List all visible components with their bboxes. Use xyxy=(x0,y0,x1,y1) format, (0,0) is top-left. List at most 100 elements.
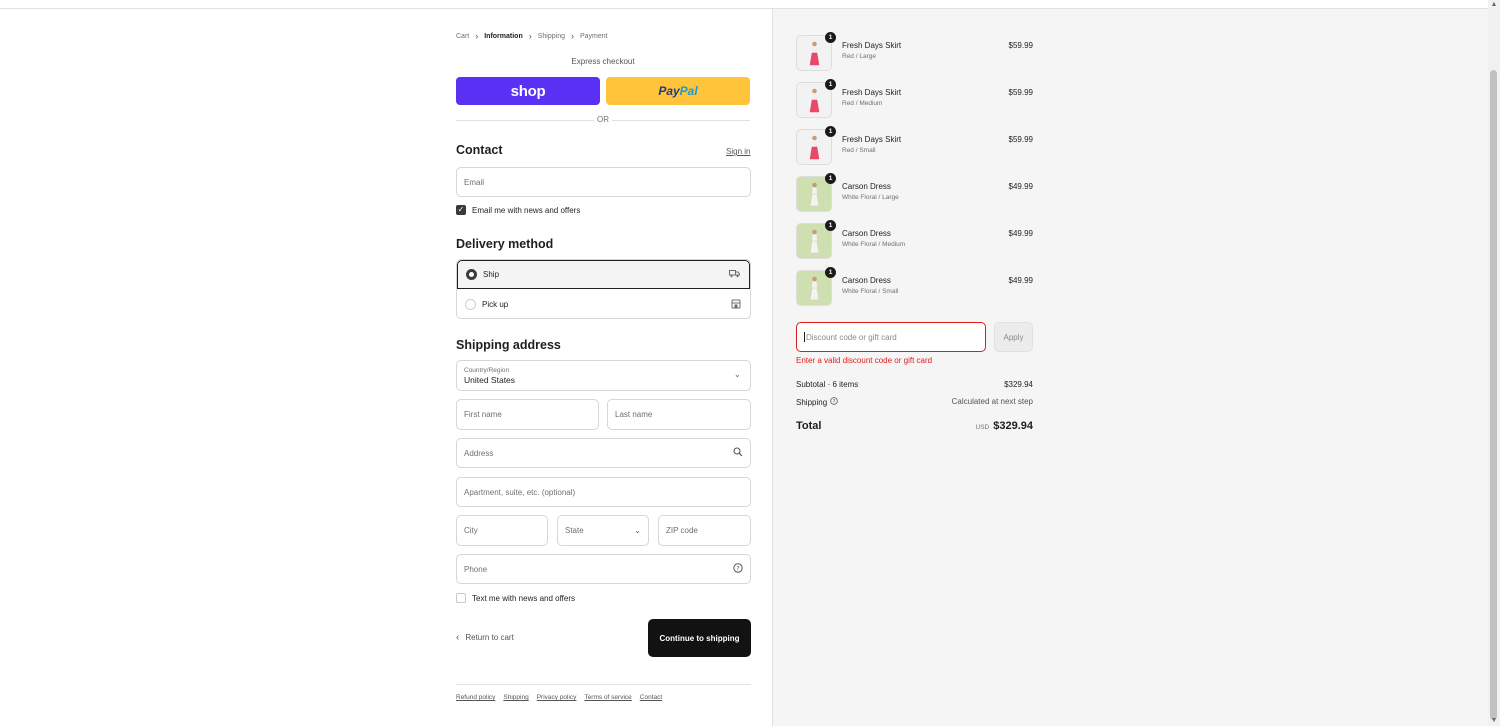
chevron-left-icon: ‹ xyxy=(456,632,460,643)
zip-placeholder: ZIP code xyxy=(666,526,698,535)
paypal-logo-part2: Pal xyxy=(679,84,698,98)
item-price: $59.99 xyxy=(1008,135,1033,144)
total-row: Total USD $329.94 xyxy=(796,420,1033,432)
contact-link[interactable]: Contact xyxy=(640,694,662,701)
first-name-placeholder: First name xyxy=(464,410,502,419)
quantity-badge: 1 xyxy=(825,220,836,231)
item-price: $49.99 xyxy=(1008,229,1033,238)
quantity-badge: 1 xyxy=(825,32,836,43)
cart-item: 1 Carson Dress White Floral / Large $49.99 xyxy=(796,173,1033,214)
shop-pay-logo: shop xyxy=(510,82,546,100)
apply-discount-button[interactable]: Apply xyxy=(994,322,1033,352)
item-price: $49.99 xyxy=(1008,276,1033,285)
cart-item: 1 Fresh Days Skirt Red / Small $59.99 xyxy=(796,126,1033,167)
text-news-label: Text me with news and offers xyxy=(472,593,576,603)
chevron-right-icon: › xyxy=(475,31,479,41)
paypal-button[interactable]: Pay Pal xyxy=(606,77,750,105)
item-name: Carson Dress xyxy=(842,182,891,191)
chevron-right-icon: › xyxy=(570,31,574,41)
email-news-checkbox[interactable]: ✓ xyxy=(456,205,466,215)
item-variant: Red / Large xyxy=(842,53,876,60)
country-value: United States xyxy=(464,374,516,385)
scroll-down-icon[interactable]: ▼ xyxy=(1490,717,1498,725)
or-label: OR xyxy=(594,115,612,124)
item-price: $59.99 xyxy=(1008,41,1033,50)
text-news-option[interactable]: Text me with news and offers xyxy=(456,593,575,603)
privacy-policy-link[interactable]: Privacy policy xyxy=(537,694,577,701)
state-select[interactable]: State ⌄ xyxy=(557,515,649,546)
zip-field[interactable]: ZIP code xyxy=(658,515,751,546)
item-name: Fresh Days Skirt xyxy=(842,88,902,97)
contact-heading: Contact xyxy=(456,143,503,157)
item-name: Fresh Days Skirt xyxy=(842,41,902,50)
discount-code-input[interactable]: Discount code or gift card xyxy=(796,322,986,352)
phone-field[interactable]: Phone xyxy=(456,554,751,584)
browser-top-edge xyxy=(0,0,1500,9)
pickup-radio[interactable] xyxy=(465,299,476,310)
continue-label: Continue to shipping xyxy=(659,633,740,643)
subtotal-row: Subtotal · 6 items $329.94 xyxy=(796,380,1033,389)
subtotal-value: $329.94 xyxy=(1004,380,1033,389)
city-field[interactable]: City xyxy=(456,515,548,546)
breadcrumb: Cart › Information › Shipping › Payment xyxy=(456,31,608,41)
refund-policy-link[interactable]: Refund policy xyxy=(456,694,495,701)
terms-of-service-link[interactable]: Terms of service xyxy=(584,694,631,701)
first-name-field[interactable]: First name xyxy=(456,399,599,430)
scroll-up-icon[interactable]: ▲ xyxy=(1490,1,1498,9)
discount-error-message: Enter a valid discount code or gift card xyxy=(796,356,933,365)
chevron-down-icon: ⌄ xyxy=(734,370,741,379)
item-price: $59.99 xyxy=(1008,88,1033,97)
help-icon[interactable]: ? xyxy=(830,397,838,407)
product-figure xyxy=(809,182,820,208)
ship-radio[interactable] xyxy=(466,269,477,280)
return-to-cart-label: Return to cart xyxy=(465,633,514,642)
breadcrumb-information: Information xyxy=(484,32,523,40)
truck-icon xyxy=(729,269,740,280)
store-icon xyxy=(731,299,741,311)
return-to-cart-link[interactable]: ‹ Return to cart xyxy=(456,632,514,643)
apartment-field[interactable]: Apartment, suite, etc. (optional) xyxy=(456,477,751,507)
shipping-policy-link[interactable]: Shipping xyxy=(503,694,528,701)
shipping-label: Shipping xyxy=(796,397,828,407)
email-news-option[interactable]: ✓ Email me with news and offers xyxy=(456,205,580,215)
city-placeholder: City xyxy=(464,526,478,535)
email-placeholder: Email xyxy=(464,177,485,187)
footer-links: Refund policy Shipping Privacy policy Te… xyxy=(456,694,662,701)
total-value: $329.94 xyxy=(993,420,1033,432)
country-select[interactable]: Country/Region United States xyxy=(456,360,751,391)
svg-text:?: ? xyxy=(833,399,836,405)
quantity-badge: 1 xyxy=(825,126,836,137)
scroll-thumb[interactable] xyxy=(1490,70,1497,720)
checkmark-icon: ✓ xyxy=(457,205,465,214)
email-field[interactable]: Email xyxy=(456,167,751,197)
item-name: Carson Dress xyxy=(842,276,891,285)
currency-code: USD xyxy=(975,424,990,431)
help-icon[interactable]: ? xyxy=(733,563,743,575)
shop-pay-button[interactable]: shop xyxy=(456,77,600,105)
item-name: Fresh Days Skirt xyxy=(842,135,902,144)
continue-to-shipping-button[interactable]: Continue to shipping xyxy=(648,619,751,657)
discount-placeholder: Discount code or gift card xyxy=(806,332,897,342)
chevron-down-icon: ⌄ xyxy=(634,526,641,535)
item-price: $49.99 xyxy=(1008,182,1033,191)
phone-placeholder: Phone xyxy=(464,564,488,574)
shipping-row: Shipping ? Calculated at next step xyxy=(796,397,1033,407)
breadcrumb-cart[interactable]: Cart xyxy=(456,33,469,40)
product-figure xyxy=(809,41,820,67)
address-field[interactable]: Address xyxy=(456,438,751,468)
product-figure xyxy=(809,229,820,255)
product-figure xyxy=(809,135,820,161)
delivery-option-ship[interactable]: Ship xyxy=(457,260,750,289)
text-news-checkbox[interactable] xyxy=(456,593,466,603)
shipping-address-heading: Shipping address xyxy=(456,338,561,352)
total-amount-group: USD $329.94 xyxy=(976,420,1034,432)
text-caret xyxy=(804,332,805,342)
subtotal-label: Subtotal · 6 items xyxy=(796,380,859,389)
cart-item: 1 Carson Dress White Floral / Medium $49.99 xyxy=(796,220,1033,261)
apartment-placeholder: Apartment, suite, etc. (optional) xyxy=(464,487,576,497)
last-name-field[interactable]: Last name xyxy=(607,399,751,430)
product-figure xyxy=(809,88,820,114)
sign-in-link[interactable]: Sign in xyxy=(726,147,750,156)
scrollbar[interactable]: ▲ ▼ xyxy=(1488,0,1500,726)
delivery-option-pickup[interactable]: Pick up xyxy=(457,290,750,318)
